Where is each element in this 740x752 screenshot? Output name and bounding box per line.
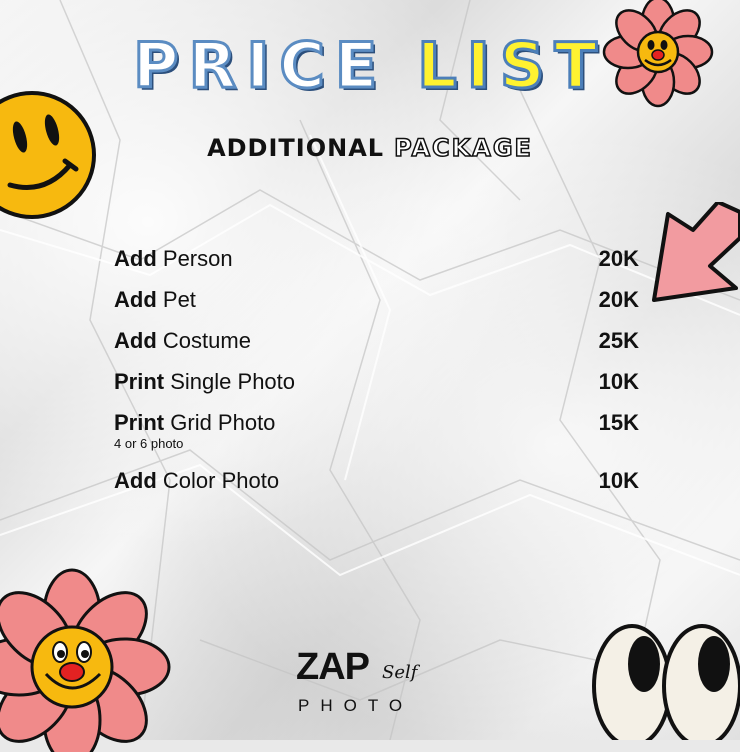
- price-row: Add Pet 20K: [114, 287, 639, 328]
- item-name: Person: [162, 246, 233, 271]
- subtitle-package: PACKAGE: [393, 133, 533, 163]
- flower-face-icon: [602, 0, 714, 108]
- item-name: Single Photo: [170, 369, 296, 394]
- subtitle-additional: ADDITIONAL: [207, 134, 385, 162]
- flower-face-icon: [0, 568, 171, 752]
- title-word-list: LIST: [416, 28, 607, 103]
- price-row: Add Color Photo 10K: [114, 468, 639, 509]
- logo-main: ZAP: [296, 646, 370, 688]
- price-row: Add Costume 25K: [114, 328, 639, 369]
- item-name: Costume: [162, 328, 251, 353]
- price-row: Print Single Photo 10K: [114, 369, 639, 410]
- cartoon-eyes-icon: [592, 624, 740, 740]
- item-name: Color Photo: [162, 468, 280, 493]
- smiley-face-icon: [0, 91, 96, 219]
- item-verb: Add: [114, 328, 157, 353]
- price-row: Print Grid Photo 4 or 6 photo 15K: [114, 410, 639, 468]
- item-verb: Print: [114, 410, 165, 435]
- item-label: Add Person: [114, 246, 233, 272]
- page-subtitle: ADDITIONAL PACKAGE: [0, 133, 740, 163]
- arrow-icon: [652, 202, 740, 302]
- item-verb: Add: [114, 287, 157, 312]
- logo-sub: PHOTO: [298, 696, 414, 715]
- title-word-price: PRICE: [132, 28, 388, 103]
- item-price: 10K: [598, 468, 639, 493]
- item-label: Add Color Photo: [114, 468, 279, 494]
- logo-script: Self: [382, 662, 418, 683]
- item-price: 10K: [598, 369, 639, 394]
- item-label: Add Pet: [114, 287, 196, 313]
- item-name: Grid Photo: [170, 410, 276, 435]
- price-row: Add Person 20K: [114, 246, 639, 287]
- item-verb: Add: [114, 246, 157, 271]
- item-price: 20K: [598, 246, 639, 271]
- item-verb: Print: [114, 369, 165, 394]
- item-note: 4 or 6 photo: [114, 436, 184, 451]
- price-list: Add Person 20K Add Pet 20K Add Costume 2…: [114, 246, 639, 509]
- item-name: Pet: [162, 287, 196, 312]
- item-price: 15K: [598, 410, 639, 435]
- item-price: 20K: [598, 287, 639, 312]
- item-price: 25K: [598, 328, 639, 353]
- item-label: Print Grid Photo: [114, 410, 275, 436]
- brand-logo: ZAP Self PHOTO: [296, 646, 456, 726]
- item-verb: Add: [114, 468, 157, 493]
- item-label: Add Costume: [114, 328, 251, 354]
- item-label: Print Single Photo: [114, 369, 295, 395]
